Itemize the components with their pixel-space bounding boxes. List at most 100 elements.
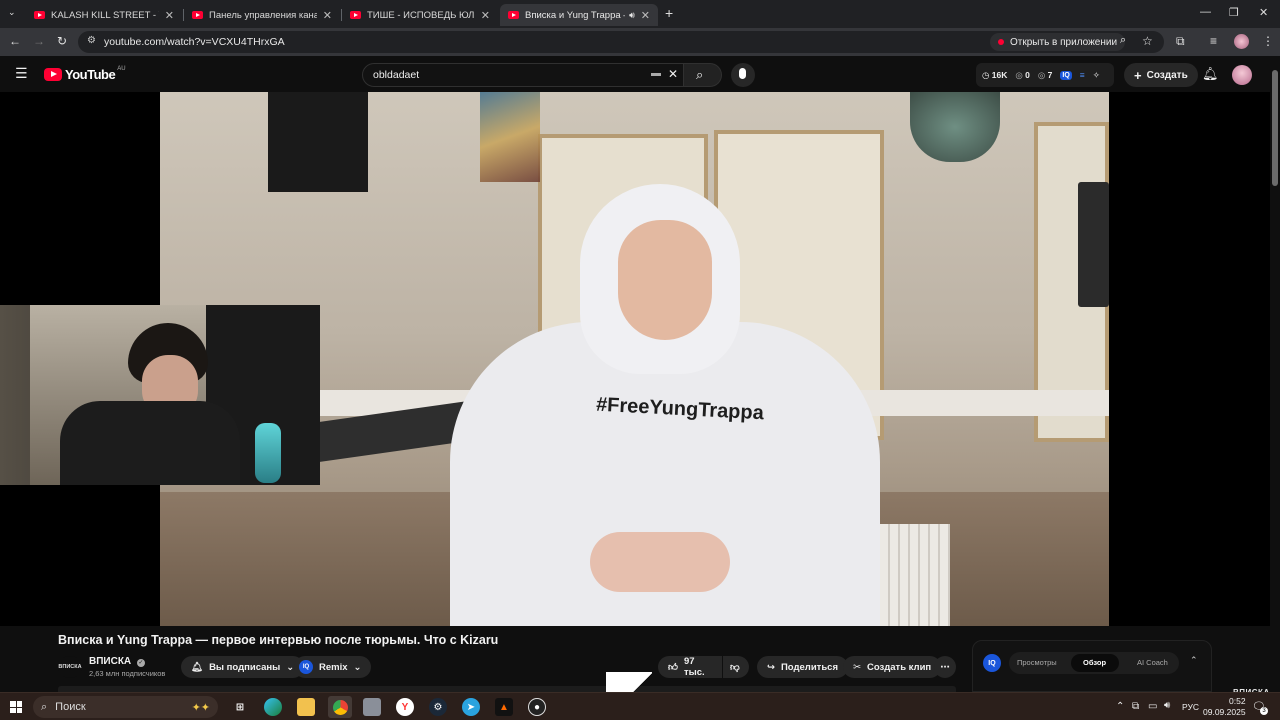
vidiq-lightbulb-icon[interactable]: ✧ [1093,70,1100,81]
like-button[interactable]: 👍︎ 97 тыс. [658,656,722,678]
url-text[interactable]: youtube.com/watch?v=VCXU4THrxGA [104,36,285,48]
channel-name-text[interactable]: ВПИСКА [89,656,131,667]
windows-taskbar: ⌕ Поиск ✦✦ ⊞ Y ⚙ ➤ ▲ ● ⌃ ⧉ ▭ 🔊︎ РУС 0:52… [0,692,1280,720]
likes-count: 0 [1025,69,1030,80]
youtube-wordmark: YouTube [65,67,116,82]
telegram-icon[interactable]: ➤ [462,698,480,716]
clock-date: 09.09.2025 [1203,707,1246,717]
likes-stat: ◎ 0 [1015,69,1030,80]
close-window-icon[interactable]: ✕ [1259,6,1268,19]
tab-title: Панель управления каналом - YouTube [209,9,317,21]
more-actions-button[interactable]: ⋯ [934,656,956,678]
tab-overview[interactable]: Обзор [1083,658,1106,667]
tab-title: KALASH KILL STREET - YouTube [51,9,159,21]
task-view-icon[interactable]: ⊞ [231,698,249,716]
tab-search-chevron-icon[interactable]: ⌄ [8,7,16,18]
profile-avatar[interactable] [1234,34,1249,49]
open-in-app-label: Открыть в приложении [1010,36,1118,48]
taskbar-search-box[interactable]: ⌕ Поиск ✦✦ [33,696,218,718]
bookmark-star-icon[interactable]: ☆ [1142,34,1153,48]
steam-icon[interactable]: ⚙ [429,698,447,716]
channel-name[interactable]: ВПИСКА ✓ [89,656,145,667]
remix-button[interactable]: IQ Remix ⌄ [294,656,372,678]
close-tab-icon[interactable]: ✕ [641,9,650,22]
reload-icon[interactable]: ↻ [57,34,67,48]
zoom-icon[interactable]: ⌕ [1120,34,1126,47]
vidiq-stats-bar[interactable]: ◷ 16K ◎ 0 ◎ 7 IQ ≡ ✧ [976,63,1114,87]
search-button[interactable]: ⌕ [684,63,722,87]
close-tab-icon[interactable]: ✕ [165,9,174,22]
chrome-browser-icon[interactable] [328,696,352,718]
scissors-icon: ✂ [853,661,861,673]
page-scrollbar-thumb[interactable] [1272,70,1278,186]
tab-ai-coach[interactable]: AI Coach [1137,658,1168,667]
studio-monitor-speaker [1078,182,1109,307]
account-avatar[interactable] [1232,65,1252,85]
subscribed-button[interactable]: 🔔︎ Вы подписаны ⌄ [181,656,305,678]
taskbar-search-label: Поиск [55,701,86,713]
close-tab-icon[interactable]: ✕ [481,9,490,22]
dislike-button[interactable]: 👎︎ [723,656,749,678]
dark-speaker [268,92,368,192]
audio-playing-icon[interactable]: 🔊︎ [629,10,635,21]
tab-kalash-kill-street[interactable]: KALASH KILL STREET - YouTube ✕ [26,4,182,26]
vidiq-logo-icon[interactable]: IQ [983,654,1001,672]
remix-label: Remix [319,661,348,673]
create-button[interactable]: + Создать [1124,63,1198,87]
reading-list-icon[interactable]: ≡ [1210,34,1217,48]
open-in-app-button[interactable]: Открыть в приложении [990,33,1126,51]
search-input[interactable]: obldadaet ▬ ✕ [362,63,684,87]
browser-menu-icon[interactable]: ⋮ [1262,34,1274,48]
hamburger-menu-icon[interactable]: ☰ [15,65,28,82]
collapse-chevron-up-icon[interactable]: ⌃ [1190,655,1198,666]
tab-views[interactable]: Просмотры [1017,658,1057,667]
clear-search-icon[interactable]: ✕ [668,67,678,81]
minimize-window-icon[interactable]: — [1200,6,1211,18]
close-tab-icon[interactable]: ✕ [323,9,332,22]
address-bar[interactable]: ⚙ youtube.com/watch?v=VCXU4THrxGA Открыт… [78,31,1164,53]
youtube-logo[interactable]: YouTube AU [44,66,126,82]
notifications-bell-icon[interactable]: 🔔︎ [1202,66,1219,82]
site-info-icon[interactable]: ⚙ [87,35,96,46]
subscriber-count: 2,63 млн подписчиков [89,669,166,678]
ai-panel-tabs: Просмотры Обзор AI Coach [1009,652,1179,674]
edge-browser-icon[interactable] [264,698,282,716]
tab-tishe-confession[interactable]: ТИШЕ - ИСПОВЕДЬ ЮЛИ ФИНЕСС ✕ [342,4,498,26]
restore-window-icon[interactable]: ❐ [1229,6,1239,19]
volume-icon[interactable]: 🔊︎ [1164,700,1170,711]
forward-arrow-icon[interactable]: → [33,34,45,48]
tray-overflow-chevron-icon[interactable]: ⌃ [1116,701,1124,712]
video-player[interactable]: #FreeYungTrappa ВПИСКА [0,92,1270,697]
tab-title: ТИШЕ - ИСПОВЕДЬ ЮЛИ ФИНЕСС [367,9,475,21]
vidiq-badge-icon[interactable]: IQ [1060,70,1072,80]
yandex-browser-icon[interactable]: Y [396,698,414,716]
video-editor-icon[interactable]: ▲ [495,698,513,716]
comments-stat: ◎ 7 [1037,69,1053,80]
app-window-icon[interactable] [363,698,381,716]
new-tab-plus-icon[interactable]: + [665,5,673,21]
extensions-puzzle-icon[interactable]: ⧉ [1176,34,1185,49]
chevron-down-icon: ⌄ [286,661,295,673]
vidiq-list-icon[interactable]: ≡ [1080,70,1085,80]
keyboard-icon[interactable]: ▬ [651,68,661,79]
create-clip-button[interactable]: ✂ Создать клип [843,656,942,678]
search-query-text[interactable]: obldadaet [373,69,419,81]
obs-studio-icon[interactable]: ● [528,698,546,716]
input-language[interactable]: РУС [1182,702,1199,712]
thumbs-down-icon: 👎︎ [730,662,740,673]
vidiq-remix-icon: IQ [299,660,313,674]
chevron-down-icon: ⌄ [353,661,362,673]
channel-avatar[interactable]: ВПИСКА [58,656,82,678]
file-explorer-icon[interactable] [297,698,315,716]
back-arrow-icon[interactable]: ← [9,34,21,48]
create-clip-label: Создать клип [866,661,932,673]
tray-app-icon[interactable]: ⧉ [1132,701,1139,712]
youtube-favicon-icon [34,11,45,19]
tab-vpiska-yung-trappa[interactable]: Вписка и Yung Trappa — пе 🔊︎ ✕ [500,4,658,26]
network-icon[interactable]: ▭ [1148,701,1157,712]
windows-start-icon[interactable] [10,701,22,713]
share-button[interactable]: ↪ Поделиться [757,656,848,678]
tab-channel-dashboard[interactable]: Панель управления каналом - YouTube ✕ [184,4,340,26]
taskbar-clock[interactable]: 0:52 09.09.2025 [1203,696,1246,718]
voice-search-button[interactable] [731,63,755,87]
